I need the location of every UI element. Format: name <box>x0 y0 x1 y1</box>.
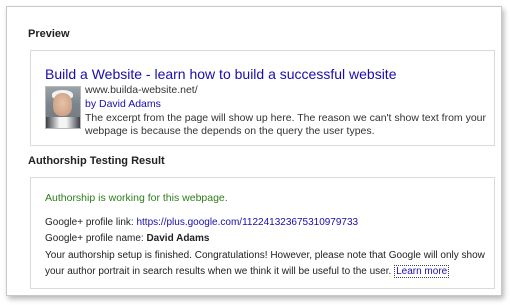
preview-heading: Preview <box>28 28 70 40</box>
authorship-message-row: Your authorship setup is finished. Congr… <box>45 248 490 280</box>
authorship-status: Authorship is working for this webpage. <box>45 192 228 204</box>
learn-more-link[interactable]: Learn more <box>394 265 450 278</box>
author-byline-link[interactable]: by David Adams <box>85 98 161 110</box>
profile-name: David Adams <box>146 233 210 244</box>
profile-link-row: Google+ profile link: https://plus.googl… <box>45 217 358 228</box>
result-url: www.builda-website.net/ <box>85 84 198 96</box>
profile-link-label: Google+ profile link: <box>45 217 134 228</box>
result-snippet: The excerpt from the page will show up h… <box>85 112 487 137</box>
profile-name-row: Google+ profile name: David Adams <box>45 233 209 244</box>
profile-link[interactable]: https://plus.google.com/1122413236753109… <box>136 217 358 228</box>
result-title-link[interactable]: Build a Website - learn how to build a s… <box>45 66 396 82</box>
authorship-result-box: Authorship is working for this webpage. … <box>30 177 495 289</box>
profile-name-label: Google+ profile name: <box>45 233 144 244</box>
search-result-preview: Build a Website - learn how to build a s… <box>30 50 495 146</box>
authorship-result-heading: Authorship Testing Result <box>28 155 165 167</box>
author-portrait-icon <box>45 86 81 129</box>
authorship-test-panel: Preview Build a Website - learn how to b… <box>6 6 502 296</box>
